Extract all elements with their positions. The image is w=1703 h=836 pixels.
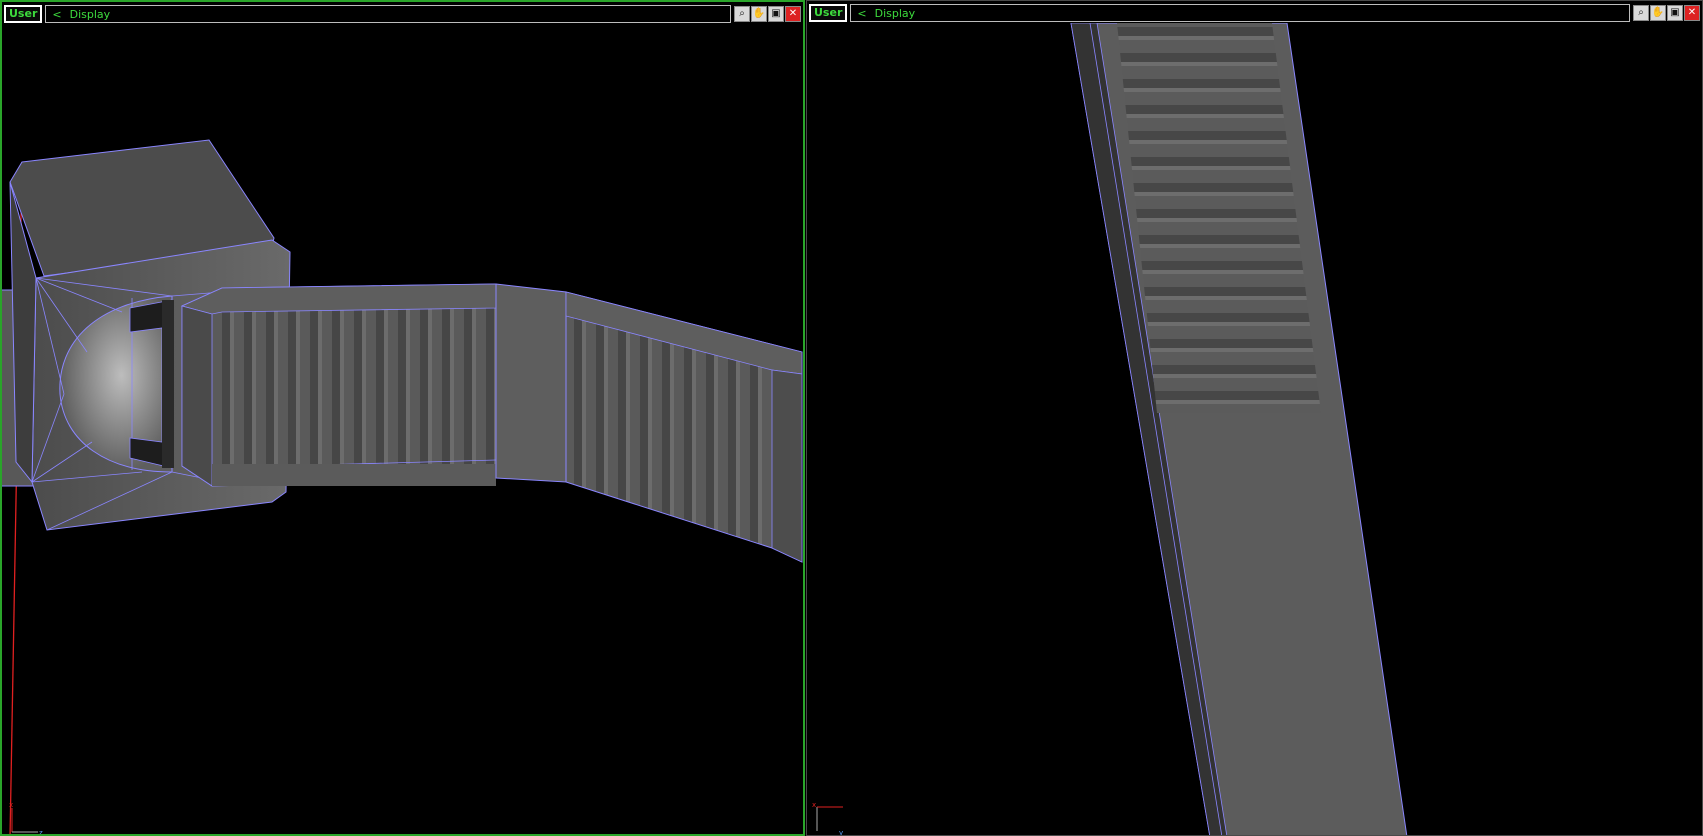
close-icon[interactable]: ✕ bbox=[1684, 5, 1700, 21]
axis-y-label: y bbox=[839, 829, 843, 835]
close-icon[interactable]: ✕ bbox=[785, 6, 801, 22]
viewport-header: User < Display ⌕ ✋ ▣ ✕ bbox=[809, 3, 1700, 23]
camera-icon[interactable]: ▣ bbox=[768, 6, 784, 22]
left-viewport[interactable]: User < Display ⌕ ✋ ▣ ✕ x z bbox=[0, 0, 805, 836]
pan-hand-icon[interactable]: ✋ bbox=[751, 6, 767, 22]
display-menu-label[interactable]: Display bbox=[875, 7, 916, 20]
right-viewport[interactable]: User < Display ⌕ ✋ ▣ ✕ x y bbox=[806, 0, 1703, 836]
strap-segment-2 bbox=[495, 283, 567, 483]
zoom-icon[interactable]: ⌕ bbox=[1633, 5, 1649, 21]
viewport-tools: ⌕ ✋ ▣ ✕ bbox=[1633, 5, 1700, 21]
back-arrow[interactable]: < bbox=[52, 8, 61, 21]
right-3d-scene[interactable]: x y bbox=[807, 23, 1702, 835]
strap-segment-1 bbox=[181, 283, 497, 487]
viewport-header: User < Display ⌕ ✋ ▣ ✕ bbox=[4, 4, 801, 24]
zoom-icon[interactable]: ⌕ bbox=[734, 6, 750, 22]
view-mode-button[interactable]: User bbox=[809, 4, 848, 22]
display-menu-label[interactable]: Display bbox=[70, 8, 111, 21]
axis-z-label: z bbox=[39, 829, 43, 834]
axis-x-label: x bbox=[9, 801, 13, 809]
axis-gizmo: x z bbox=[9, 801, 43, 834]
axis-x-label: x bbox=[812, 801, 816, 809]
left-3d-scene[interactable]: x z bbox=[2, 24, 803, 834]
display-menu-bar[interactable]: < Display bbox=[850, 4, 1630, 22]
back-arrow[interactable]: < bbox=[857, 7, 866, 20]
pan-hand-icon[interactable]: ✋ bbox=[1650, 5, 1666, 21]
display-menu-bar[interactable]: < Display bbox=[45, 5, 731, 23]
viewport-tools: ⌕ ✋ ▣ ✕ bbox=[734, 6, 801, 22]
view-mode-button[interactable]: User bbox=[4, 5, 43, 23]
axis-gizmo: x y bbox=[812, 801, 843, 835]
camera-icon[interactable]: ▣ bbox=[1667, 5, 1683, 21]
